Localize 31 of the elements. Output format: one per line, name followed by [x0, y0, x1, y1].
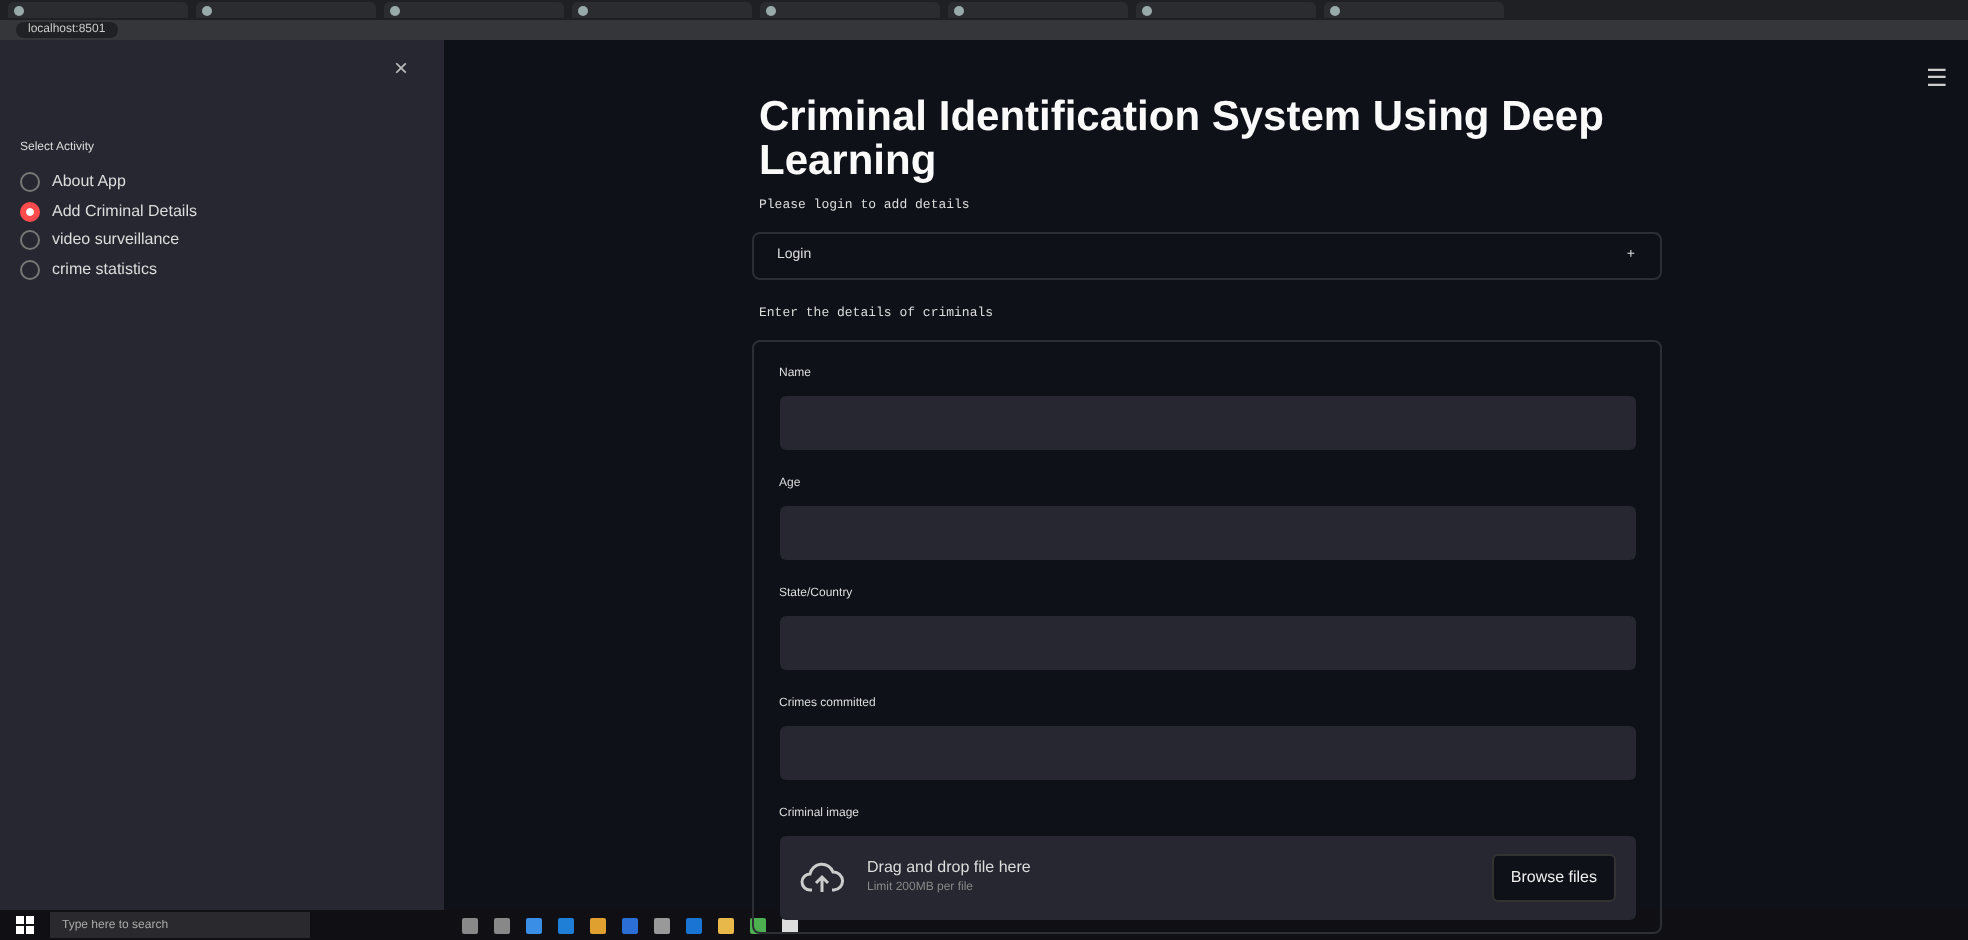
dropzone-prompt: Drag and drop file here: [867, 856, 1033, 881]
input-field[interactable]: [779, 725, 1635, 780]
tab-favicon-icon: [578, 5, 588, 15]
tab-favicon-icon: [1142, 5, 1152, 15]
close-button[interactable]: ×: [377, 56, 424, 80]
browser-tab[interactable]: [196, 2, 376, 18]
start-icon[interactable]: [16, 916, 34, 934]
browser-tab[interactable]: [8, 2, 188, 18]
tab-favicon-icon: [390, 5, 400, 15]
page-title: Criminal Identification System Using Deep Learning: [759, 96, 1606, 185]
input-field[interactable]: [779, 615, 1635, 670]
tab-favicon-icon: [1330, 5, 1340, 15]
radio-option[interactable]: About App: [20, 168, 424, 197]
tab-favicon-icon: [954, 5, 964, 15]
browser-tab[interactable]: [1136, 2, 1316, 18]
input-field[interactable]: [779, 505, 1635, 560]
browser-tab[interactable]: [760, 2, 940, 18]
browse-files-button[interactable]: Browse files: [1492, 853, 1615, 902]
radio-option[interactable]: video surveillance: [20, 226, 424, 255]
tab-favicon-icon: [202, 5, 212, 15]
input-field[interactable]: [779, 395, 1635, 450]
cloud-upload-icon: [799, 861, 843, 894]
browser-tab[interactable]: [948, 2, 1128, 18]
browser-tab[interactable]: [1324, 2, 1504, 18]
tab-favicon-icon: [766, 5, 776, 15]
browser-tab[interactable]: [384, 2, 564, 18]
radio-option[interactable]: Add Criminal Details: [20, 197, 424, 226]
menu-button[interactable]: ☰: [1926, 60, 1948, 96]
radio-option[interactable]: crime statistics: [20, 255, 424, 284]
browser-tab[interactable]: [572, 2, 752, 18]
tab-favicon-icon: [14, 5, 24, 15]
